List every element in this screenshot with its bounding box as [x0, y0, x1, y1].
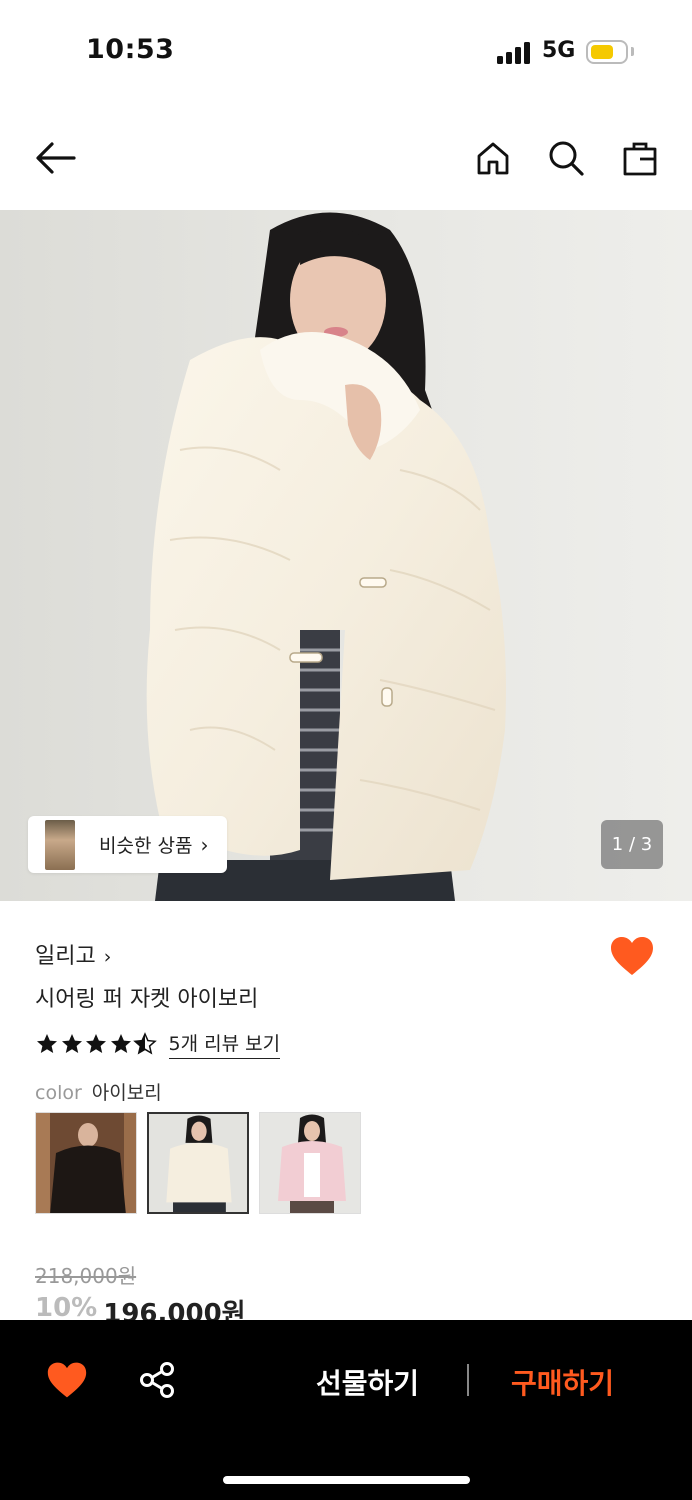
shopping-bag-icon — [623, 142, 657, 176]
color-label: color — [35, 1082, 82, 1104]
bottom-action-bar: 선물하기 구매하기 — [0, 1320, 692, 1500]
battery-icon — [586, 40, 628, 64]
network-label: 5G — [542, 38, 576, 63]
image-counter: 1 / 3 — [601, 820, 663, 869]
search-button[interactable] — [542, 134, 590, 182]
star-icon — [110, 1034, 131, 1053]
status-time: 10:53 — [86, 34, 175, 65]
color-row: color 아이보리 — [35, 1078, 162, 1105]
divider — [467, 1364, 469, 1396]
signal-icon — [497, 42, 531, 64]
chevron-right-icon: › — [200, 832, 209, 857]
similar-product-thumbnail — [45, 819, 75, 870]
brand-name: 일리고 — [35, 944, 96, 969]
similar-products-label: 비슷한 상품 — [99, 835, 193, 857]
share-icon — [140, 1362, 174, 1398]
similar-products-button[interactable]: 비슷한 상품 › — [28, 816, 227, 873]
product-image[interactable] — [0, 210, 692, 901]
cart-button[interactable] — [616, 134, 664, 182]
original-price: 218,000원 — [35, 1264, 137, 1288]
model-photo — [0, 210, 692, 901]
star-half-icon — [133, 1032, 157, 1055]
arrow-left-icon — [36, 142, 76, 174]
heart-icon — [47, 1362, 87, 1398]
star-rating — [35, 1032, 158, 1056]
star-icon — [86, 1034, 106, 1053]
brand-link[interactable]: 일리고 › — [35, 938, 111, 970]
color-swatch-ivory[interactable] — [147, 1112, 249, 1214]
color-swatch-black[interactable] — [35, 1112, 137, 1214]
swatch-image — [260, 1113, 360, 1213]
product-detail-page: 10:53 5G 비슷한 상품 › 1 / 3 일리고 › 시어링 퍼 자켓 아… — [0, 0, 692, 1500]
swatch-image — [149, 1114, 247, 1212]
status-bar: 10:53 5G — [0, 0, 692, 100]
buy-button[interactable]: 구매하기 — [511, 1362, 614, 1402]
gift-button[interactable]: 선물하기 — [316, 1362, 419, 1402]
battery-cap — [631, 47, 634, 56]
home-indicator — [223, 1476, 470, 1484]
color-value: 아이보리 — [91, 1082, 162, 1104]
heart-icon — [611, 937, 653, 975]
wishlist-bottom-button[interactable] — [46, 1360, 88, 1400]
home-icon — [477, 142, 509, 175]
wishlist-button[interactable] — [609, 935, 655, 977]
star-icon — [61, 1034, 82, 1053]
rating-row: 5개 리뷰 보기 — [35, 1028, 281, 1060]
product-title: 시어링 퍼 자켓 아이보리 — [35, 987, 259, 1012]
color-swatches — [35, 1112, 371, 1214]
chevron-right-icon: › — [103, 946, 112, 968]
star-icon — [37, 1034, 57, 1053]
back-button[interactable] — [32, 134, 80, 182]
top-nav — [0, 108, 692, 208]
search-icon — [549, 141, 584, 176]
color-swatch-pink[interactable] — [259, 1112, 361, 1214]
swatch-image — [36, 1113, 136, 1213]
review-link[interactable]: 5개 리뷰 보기 — [168, 1029, 281, 1059]
home-button[interactable] — [469, 134, 517, 182]
share-button[interactable] — [138, 1360, 178, 1400]
